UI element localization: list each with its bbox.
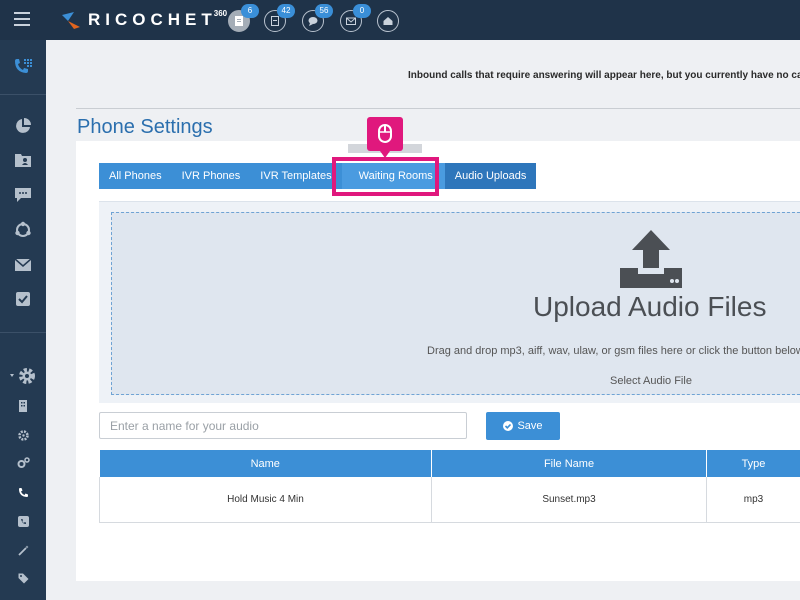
- menu-icon[interactable]: [14, 12, 30, 26]
- save-button-label: Save: [517, 420, 543, 432]
- page-title: Phone Settings: [77, 116, 213, 138]
- upload-icon: [620, 230, 682, 293]
- tab-all-phones[interactable]: All Phones: [99, 163, 172, 189]
- tab-audio-uploads[interactable]: Audio Uploads: [444, 163, 537, 189]
- brand-name: RICOCHET: [88, 10, 217, 29]
- brand-logo[interactable]: RICOCHET 360: [60, 8, 227, 32]
- header-divider: [76, 108, 800, 109]
- cell-type: mp3: [706, 477, 800, 523]
- lead-icon[interactable]: 6: [228, 4, 259, 32]
- upload-hint: Drag and drop mp3, aiff, wav, ulaw, or g…: [427, 345, 800, 357]
- lead-count-badge: 6: [241, 4, 259, 18]
- mouse-click-icon: [367, 117, 403, 158]
- gears-icon[interactable]: [0, 455, 46, 471]
- settings-gear-icon[interactable]: [0, 364, 46, 388]
- chat-icon[interactable]: 56: [302, 4, 333, 32]
- gear-small-icon[interactable]: [0, 427, 46, 443]
- phone-icon[interactable]: [0, 484, 46, 500]
- dialer-icon[interactable]: [0, 52, 46, 82]
- tab-ivr-templates[interactable]: IVR Templates: [250, 163, 341, 189]
- messages-icon[interactable]: [0, 184, 46, 206]
- no-calls-notice: Inbound calls that require answering wil…: [408, 70, 800, 81]
- settings-tabs: All Phones IVR Phones IVR Templates Wait…: [99, 163, 537, 189]
- contacts-folder-icon[interactable]: [0, 149, 46, 171]
- cell-file-name: Sunset.mp3: [431, 477, 707, 523]
- cell-name: Hold Music 4 Min: [99, 477, 432, 523]
- phone-square-icon[interactable]: [0, 513, 46, 529]
- document-icon[interactable]: 42: [264, 4, 295, 32]
- brand-superscript: 360: [213, 8, 228, 18]
- chat-count-badge: 56: [315, 4, 333, 18]
- audio-name-input[interactable]: [99, 412, 467, 439]
- click-highlight-box: [332, 157, 439, 196]
- email-campaign-icon[interactable]: [0, 254, 46, 276]
- column-header-file-name[interactable]: File Name: [431, 450, 707, 477]
- tasks-icon[interactable]: [0, 288, 46, 310]
- document-count-badge: 42: [277, 4, 295, 18]
- save-button[interactable]: Save: [486, 412, 560, 440]
- workflow-icon[interactable]: [0, 219, 46, 241]
- tag-icon[interactable]: [0, 570, 46, 586]
- ricochet-logo-icon: [60, 9, 82, 31]
- audio-files-table: Name File Name Type Hold Music 4 Min Sun…: [99, 450, 800, 523]
- reports-pie-icon[interactable]: [0, 115, 46, 137]
- top-bar: RICOCHET 360 6 42 56 0: [0, 0, 800, 40]
- select-audio-file-button[interactable]: Select Audio File: [610, 375, 692, 387]
- magic-wand-icon[interactable]: [0, 542, 46, 558]
- check-circle-icon: [503, 421, 514, 431]
- email-icon[interactable]: 0: [340, 4, 371, 32]
- upload-title: Upload Audio Files: [533, 291, 767, 322]
- sidebar: [0, 40, 46, 600]
- email-count-badge: 0: [353, 4, 371, 18]
- table-row[interactable]: Hold Music 4 Min Sunset.mp3 mp3: [99, 477, 800, 523]
- building-icon[interactable]: [0, 398, 46, 414]
- table-header-row: Name File Name Type: [99, 450, 800, 477]
- column-header-type[interactable]: Type: [706, 450, 800, 477]
- column-header-name[interactable]: Name: [99, 450, 432, 477]
- inbox-icon[interactable]: [377, 10, 399, 32]
- tab-ivr-phones[interactable]: IVR Phones: [172, 163, 251, 189]
